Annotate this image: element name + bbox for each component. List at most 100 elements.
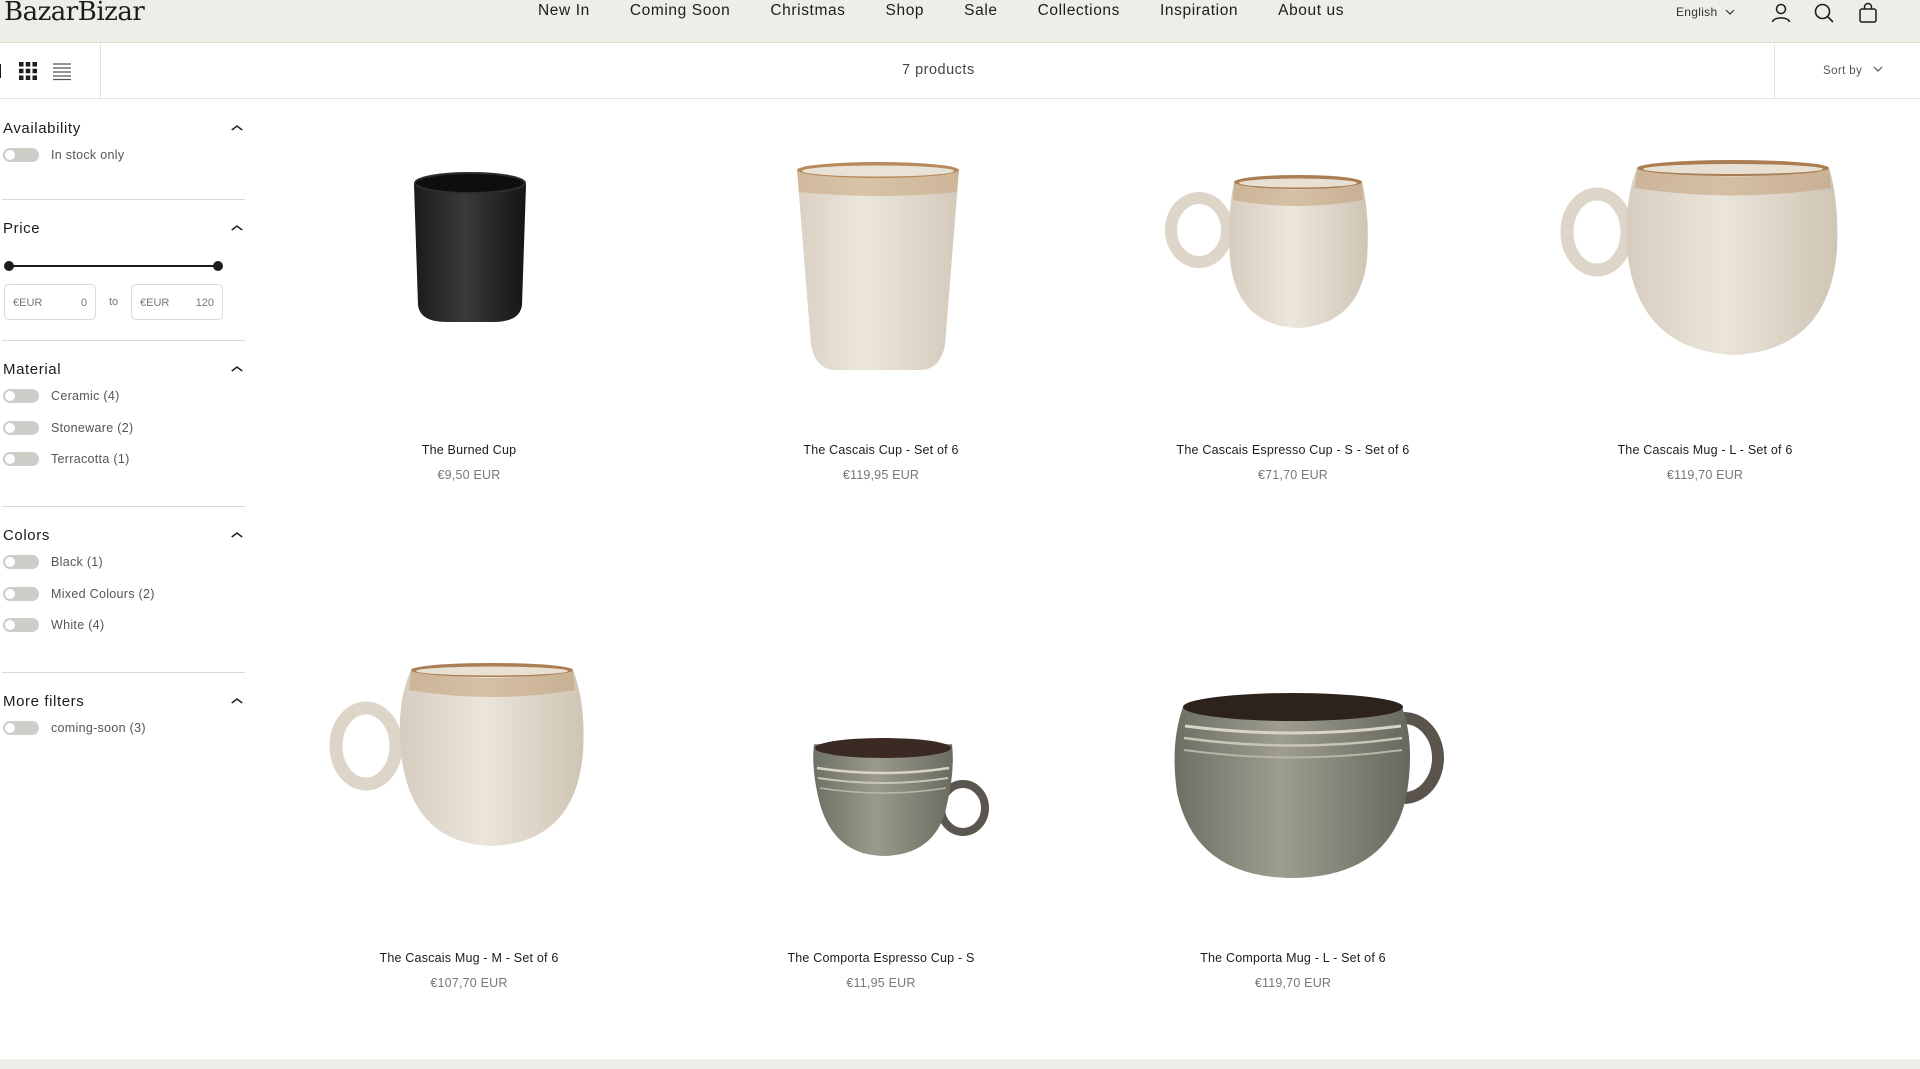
collection-toolbar: 7 products Sort by — [0, 44, 1920, 99]
chevron-up-icon — [231, 222, 244, 234]
search-icon[interactable] — [1812, 1, 1836, 25]
currency-label: €EUR — [140, 297, 170, 309]
product-name[interactable]: The Cascais Espresso Cup - S - Set of 6 — [1087, 443, 1499, 457]
filter-option-label: Mixed Colours (2) — [51, 586, 155, 601]
language-selector[interactable]: English — [1676, 5, 1735, 19]
product-name[interactable]: The Cascais Mug - L - Set of 6 — [1499, 443, 1911, 457]
compact-list-icon[interactable] — [52, 61, 72, 81]
price-max-input[interactable]: €EUR 120 — [131, 284, 223, 320]
chevron-up-icon — [231, 529, 244, 541]
filter-option[interactable]: coming-soon (3) — [2, 711, 245, 743]
grid-view-icon[interactable] — [18, 61, 38, 81]
filter-option[interactable]: White (4) — [2, 608, 245, 640]
product-image[interactable] — [675, 100, 1087, 400]
toggle-switch[interactable] — [3, 389, 39, 403]
product-price: €119,70 EUR — [1666, 468, 1744, 482]
filter-title: Availability — [3, 120, 81, 137]
product-card[interactable]: The Comporta Espresso Cup - S €11,95 EUR — [675, 608, 1087, 998]
toggle-switch[interactable] — [3, 452, 39, 466]
nav-shop[interactable]: Shop — [886, 2, 925, 20]
product-name[interactable]: The Cascais Cup - Set of 6 — [675, 443, 1087, 457]
list-view-icon[interactable] — [0, 61, 4, 81]
product-name[interactable]: The Comporta Mug - L - Set of 6 — [1087, 951, 1499, 965]
product-image[interactable] — [263, 100, 675, 400]
filters-sidebar: Availability In stock only Price €EUR 0 … — [0, 100, 245, 773]
sort-by-button[interactable]: Sort by — [1774, 44, 1920, 99]
filter-colors: Colors Black (1) Mixed Colours (2) White… — [2, 507, 245, 673]
cart-icon[interactable] — [1856, 1, 1880, 25]
nav-coming-soon[interactable]: Coming Soon — [630, 2, 731, 20]
nav-christmas[interactable]: Christmas — [770, 2, 845, 20]
filter-header[interactable]: More filters — [2, 673, 245, 710]
filter-header[interactable]: Price — [2, 200, 245, 237]
filter-availability: Availability In stock only — [2, 100, 245, 200]
price-max-value: 120 — [195, 297, 214, 309]
site-logo[interactable]: BazarBizar — [4, 0, 145, 27]
toggle-switch[interactable] — [3, 618, 39, 632]
chevron-down-icon — [1726, 9, 1735, 15]
product-card[interactable]: The Cascais Espresso Cup - S - Set of 6 … — [1087, 100, 1499, 490]
site-header: BazarBizar New In Coming Soon Christmas … — [0, 0, 1920, 43]
filter-option-label: Black (1) — [51, 555, 104, 569]
filter-title: More filters — [3, 693, 85, 710]
toggle-switch[interactable] — [3, 148, 39, 162]
filter-option[interactable]: Mixed Colours (2) — [2, 577, 245, 609]
filter-more: More filters coming-soon (3) — [2, 673, 245, 773]
price-min-handle[interactable] — [4, 261, 14, 271]
product-price: €119,95 EUR — [842, 468, 920, 482]
language-label: English — [1676, 5, 1718, 19]
filter-option[interactable]: Black (1) — [2, 545, 245, 577]
product-image[interactable] — [675, 608, 1087, 908]
filter-title: Material — [3, 361, 62, 378]
product-count: 7 products — [902, 62, 975, 78]
nav-inspiration[interactable]: Inspiration — [1160, 2, 1238, 20]
product-price: €71,70 EUR — [1257, 468, 1329, 482]
filter-header[interactable]: Material — [2, 341, 245, 378]
filter-header[interactable]: Colors — [2, 507, 245, 544]
product-price: €11,95 EUR — [846, 976, 916, 990]
product-price: €107,70 EUR — [430, 976, 508, 990]
filter-option[interactable]: Terracotta (1) — [2, 442, 245, 474]
nav-collections[interactable]: Collections — [1038, 2, 1120, 20]
filter-option-label: In stock only — [51, 148, 125, 162]
filter-option-label: coming-soon (3) — [51, 721, 146, 735]
toggle-switch[interactable] — [3, 420, 39, 435]
product-image[interactable] — [263, 608, 675, 908]
account-icon[interactable] — [1769, 1, 1793, 25]
product-name[interactable]: The Cascais Mug - M - Set of 6 — [263, 951, 675, 965]
filter-title: Price — [3, 220, 41, 237]
price-min-input[interactable]: €EUR 0 — [4, 284, 96, 320]
product-image[interactable] — [1087, 100, 1499, 400]
chevron-up-icon — [231, 122, 244, 134]
chevron-up-icon — [231, 363, 244, 375]
toggle-switch[interactable] — [3, 555, 39, 569]
view-switcher — [0, 44, 101, 99]
product-card[interactable]: The Comporta Mug - L - Set of 6 €119,70 … — [1087, 608, 1499, 998]
product-image[interactable] — [1087, 608, 1499, 908]
product-price: €119,70 EUR — [1254, 976, 1332, 990]
filter-header[interactable]: Availability — [2, 100, 245, 137]
product-image[interactable] — [1499, 100, 1911, 400]
product-card[interactable]: The Cascais Mug - M - Set of 6 €107,70 E… — [263, 608, 675, 998]
product-card[interactable]: The Cascais Mug - L - Set of 6 €119,70 E… — [1499, 100, 1911, 490]
currency-label: €EUR — [13, 297, 43, 309]
nav-new-in[interactable]: New In — [538, 2, 590, 20]
filter-title: Colors — [3, 527, 50, 544]
product-card[interactable]: The Cascais Cup - Set of 6 €119,95 EUR — [675, 100, 1087, 490]
toggle-switch[interactable] — [3, 586, 39, 601]
price-max-handle[interactable] — [213, 261, 223, 271]
filter-material: Material Ceramic (4) Stoneware (2) Terra… — [2, 341, 245, 507]
product-name[interactable]: The Burned Cup — [263, 443, 675, 457]
chevron-up-icon — [231, 695, 244, 707]
nav-sale[interactable]: Sale — [964, 2, 997, 20]
product-card[interactable]: The Burned Cup €9,50 EUR — [263, 100, 675, 490]
filter-option[interactable]: Stoneware (2) — [2, 411, 245, 443]
nav-about-us[interactable]: About us — [1278, 2, 1344, 20]
toggle-switch[interactable] — [3, 721, 39, 735]
filter-option[interactable]: Ceramic (4) — [2, 379, 245, 411]
price-range-track[interactable] — [8, 265, 220, 267]
product-name[interactable]: The Comporta Espresso Cup - S — [675, 951, 1087, 965]
filter-option[interactable]: In stock only — [2, 138, 245, 170]
filter-option-label: Ceramic (4) — [51, 389, 120, 403]
sort-by-label: Sort by — [1823, 65, 1863, 77]
